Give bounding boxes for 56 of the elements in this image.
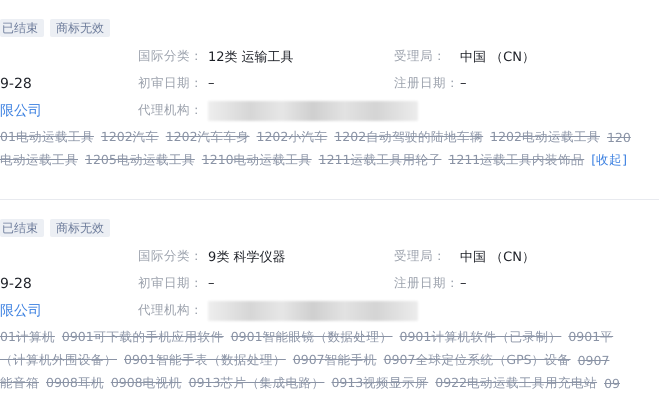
field-label: 国际分类： <box>138 48 203 65</box>
goods-item: 0922电动运载工具用充电站 <box>435 375 598 392</box>
goods-item: 0901可下载的手机应用软件 <box>62 329 224 346</box>
goods-item: 0901计算机软件（已录制） <box>400 329 562 346</box>
goods-item: 1211运载工具内装饰品 <box>448 152 584 169</box>
field-value: 中国 （CN） <box>460 248 536 266</box>
goods-item: 01电动运载工具 <box>0 129 94 146</box>
collapse-link[interactable]: [收起] <box>591 152 628 169</box>
goods-item: 1205电动运载工具 <box>85 152 195 169</box>
goods-item: 1202小汽车 <box>256 129 328 146</box>
status-tag: 已结束 <box>0 219 44 237</box>
field-label: 注册日期： <box>394 75 459 92</box>
status-tag: 商标无效 <box>50 19 110 37</box>
goods-item: 01计算机 <box>0 329 55 346</box>
goods-item: 0901智能手表（数据处理） <box>124 352 286 369</box>
field-label: 代理机构： <box>138 102 203 119</box>
field-label: 注册日期： <box>394 275 459 292</box>
goods-item: 1202汽车 <box>100 129 159 146</box>
goods-item: 0913视频显示屏 <box>331 375 428 392</box>
field-value: – <box>208 76 216 91</box>
goods-item: 0907全球定位系统（GPS）设备 <box>384 352 571 369</box>
goods-item: 0907智能手机 <box>292 352 377 369</box>
goods-item: 1210电动运载工具 <box>202 152 312 169</box>
goods-item: 0901智能眼镜（数据处理） <box>230 329 393 346</box>
goods-item: 能音箱 <box>0 375 39 392</box>
date-text: 9-28 <box>0 76 33 92</box>
goods-item: 0908耳机 <box>46 375 104 392</box>
goods-item: 电动运载工具 <box>0 152 78 169</box>
date-text: 9-28 <box>0 276 33 292</box>
goods-item: 1202自动驾驶的陆地车辆 <box>334 129 484 146</box>
goods-item: 1202汽车车身 <box>166 129 250 146</box>
field-label: 代理机构： <box>138 302 203 319</box>
field-label: 受理局： <box>394 248 446 265</box>
field-value: 中国 （CN） <box>460 48 536 66</box>
field-value: – <box>208 276 216 291</box>
company-link[interactable]: 限公司 <box>0 302 138 320</box>
goods-item: 1202电动运载工具 <box>490 129 600 146</box>
goods-item: （计算机外围设备） <box>0 352 117 369</box>
field-value: 12类 运输工具 <box>208 48 295 66</box>
goods-item: 120 <box>606 130 631 145</box>
field-label: 受理局： <box>394 48 446 65</box>
goods-item: 0913芯片（集成电路） <box>188 375 324 392</box>
goods-item: 1211运载工具用轮子 <box>318 152 442 169</box>
company-link[interactable]: 限公司 <box>0 102 138 120</box>
field-label: 初审日期： <box>138 75 203 92</box>
field-label: 国际分类： <box>138 248 203 265</box>
field-value: – <box>460 76 468 91</box>
field-label: 初审日期： <box>138 275 203 292</box>
status-tag: 已结束 <box>0 19 44 37</box>
goods-item: 09 <box>604 376 620 391</box>
field-value: 9类 科学仪器 <box>208 248 286 266</box>
goods-item: 0907 <box>578 353 610 368</box>
goods-item: 0901平 <box>568 329 614 346</box>
status-tag: 商标无效 <box>50 219 110 237</box>
goods-item: 0908电视机 <box>110 375 182 392</box>
field-value: – <box>460 276 468 291</box>
